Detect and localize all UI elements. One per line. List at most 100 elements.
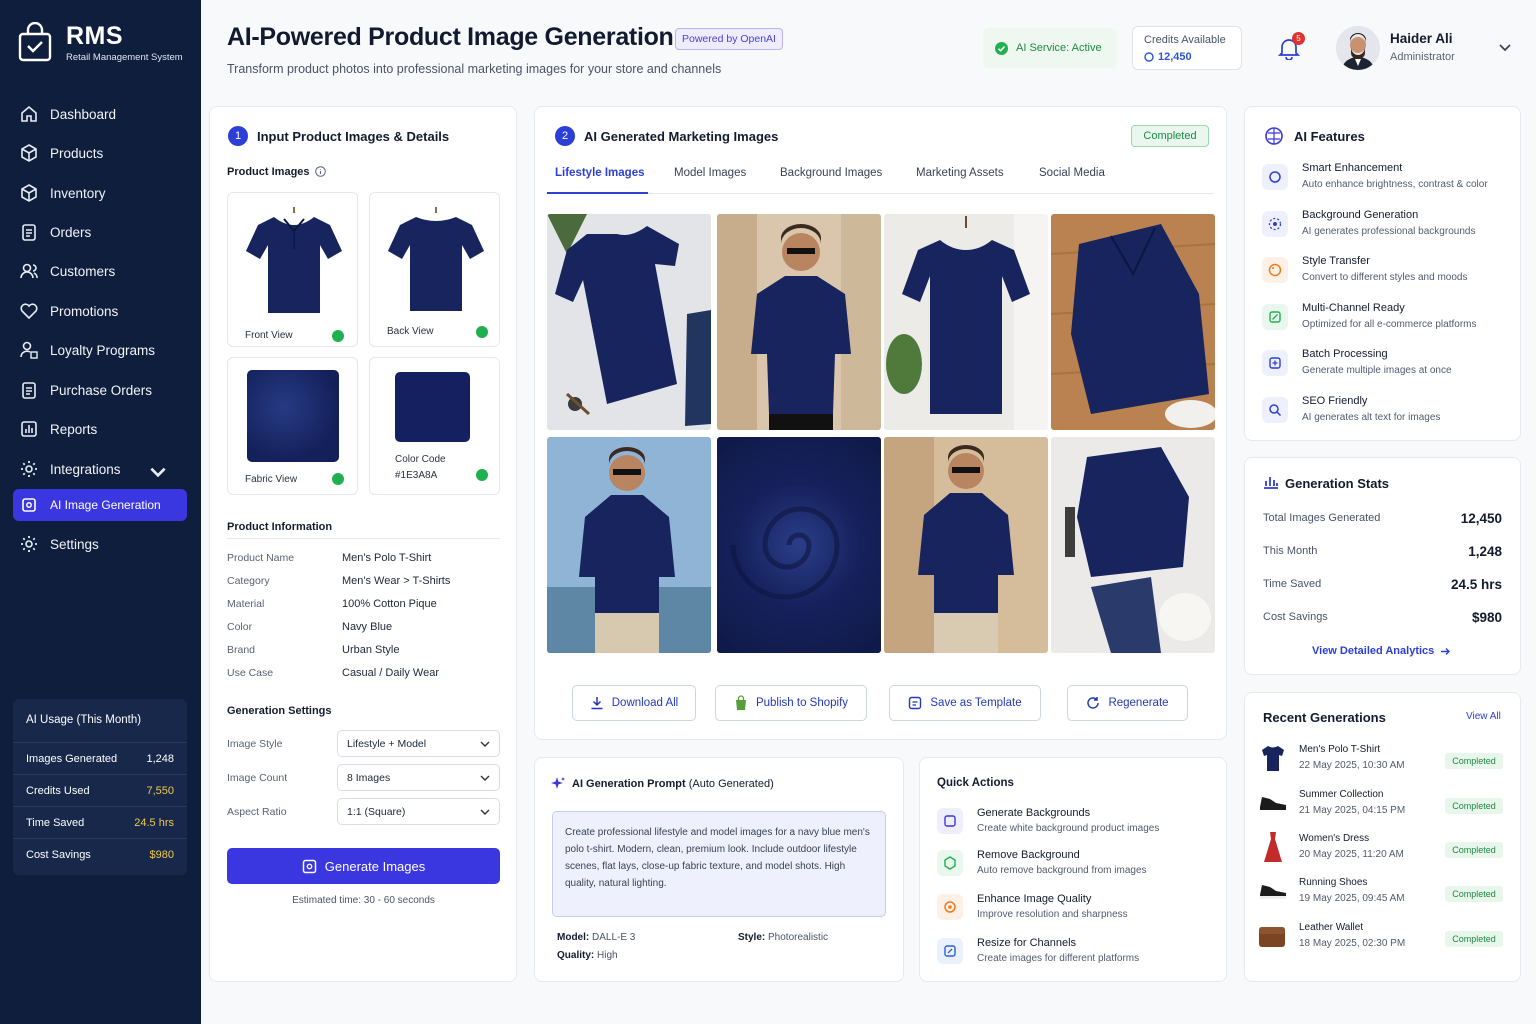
download-all-button[interactable]: Download All [572, 685, 696, 721]
quick-action-item[interactable]: Generate Backgrounds Create white backgr… [937, 806, 1212, 840]
recent-date: 21 May 2025, 04:15 PM [1299, 805, 1406, 816]
info-label: Category [227, 575, 270, 587]
feature-title: SEO Friendly [1302, 395, 1368, 407]
info-value: Men's Wear > T-Shirts [342, 575, 451, 587]
nav-loyalty-programs[interactable]: Loyalty Programs [13, 334, 187, 366]
recent-item[interactable]: Women's Dress 20 May 2025, 11:20 AM Comp… [1258, 831, 1508, 865]
user-name: Haider Ali [1390, 31, 1453, 46]
prompt-title-main: AI Generation Prompt [572, 778, 686, 790]
generated-image[interactable] [547, 214, 711, 430]
output-title: AI Generated Marketing Images [584, 129, 779, 144]
quick-action-item[interactable]: Enhance Image Quality Improve resolution… [937, 892, 1212, 926]
publish-shopify-button[interactable]: Publish to Shopify [715, 685, 867, 721]
tab-marketing-assets[interactable]: Marketing Assets [916, 167, 1004, 179]
generated-image[interactable] [717, 437, 881, 653]
recent-date: 22 May 2025, 10:30 AM [1299, 760, 1405, 771]
nav-settings[interactable]: Settings [13, 528, 187, 560]
chevron-down-icon [480, 809, 490, 815]
prompt-textarea[interactable]: Create professional lifestyle and model … [552, 811, 886, 917]
tab-background-images[interactable]: Background Images [780, 167, 882, 179]
feature-item: SEO Friendly AI generates alt text for i… [1262, 394, 1507, 430]
select-value: 1:1 (Square) [347, 805, 406, 818]
image-ai-icon [22, 498, 36, 512]
tab-social-media[interactable]: Social Media [1039, 167, 1105, 179]
image-count-select[interactable]: 8 Images [337, 764, 500, 791]
generated-image[interactable] [1051, 437, 1215, 653]
nav-purchase-orders[interactable]: Purchase Orders [13, 374, 187, 406]
quick-action-item[interactable]: Remove Background Auto remove background… [937, 848, 1212, 882]
back-view-thumb[interactable]: Back View [369, 192, 500, 347]
input-title: Input Product Images & Details [257, 129, 450, 144]
quick-action-item[interactable]: Resize for Channels Create images for di… [937, 936, 1212, 970]
image-style-select[interactable]: Lifestyle + Model [337, 730, 500, 757]
enhance-icon [937, 894, 963, 920]
nav-products[interactable]: Products [13, 137, 187, 169]
nav-label: Customers [50, 263, 116, 279]
regenerate-button[interactable]: Regenerate [1067, 685, 1188, 721]
aspect-ratio-select[interactable]: 1:1 (Square) [337, 798, 500, 825]
save-template-button[interactable]: Save as Template [889, 685, 1041, 721]
credits-value: 12,450 [1158, 51, 1192, 63]
nav-customers[interactable]: Customers [13, 255, 187, 287]
color-code-thumb[interactable]: Color Code #1E3A8A [369, 357, 500, 495]
stat-label: Total Images Generated [1263, 512, 1381, 524]
ai-usage-panel: AI Usage (This Month) Images Generated 1,… [13, 699, 187, 875]
nav-integrations[interactable]: Integrations [13, 453, 187, 485]
generated-image[interactable] [884, 214, 1048, 430]
step-badge: 1 [228, 126, 248, 146]
nav-reports[interactable]: Reports [13, 413, 187, 445]
clipboard-icon [22, 224, 36, 241]
info-icon[interactable] [315, 166, 326, 177]
generated-image[interactable] [717, 214, 881, 430]
generated-image[interactable] [1051, 214, 1215, 430]
app-subtitle: Retail Management System [66, 52, 183, 63]
fabric-view-thumb[interactable]: Fabric View [227, 357, 358, 495]
recent-item[interactable]: Men's Polo T-Shirt 22 May 2025, 10:30 AM… [1258, 742, 1508, 776]
color-swatch [395, 372, 470, 442]
recent-item[interactable]: Running Shoes 19 May 2025, 09:45 AM Comp… [1258, 875, 1508, 909]
select-value: Lifestyle + Model [347, 737, 427, 750]
stat-value: 24.5 hrs [1450, 577, 1502, 592]
stats-title: Generation Stats [1285, 476, 1390, 491]
prompt-style: Style: Photorealistic [738, 932, 828, 943]
feature-item: Multi-Channel Ready Optimized for all e-… [1262, 301, 1507, 337]
view-all-link[interactable]: View All [1466, 711, 1501, 722]
prompt-quality: Quality: High [557, 950, 618, 961]
front-view-thumb[interactable]: Front View [227, 192, 358, 347]
powered-badge: Powered by OpenAI [675, 28, 783, 50]
users-icon [20, 263, 38, 279]
info-label: Material [227, 598, 265, 610]
remove-bg-icon [937, 850, 963, 876]
nav-orders[interactable]: Orders [13, 216, 187, 248]
avatar[interactable] [1336, 26, 1380, 70]
check-icon [332, 473, 344, 485]
quick-desc: Improve resolution and sharpness [977, 909, 1128, 920]
tab-model-images[interactable]: Model Images [674, 167, 746, 179]
link-label: View Detailed Analytics [1312, 645, 1435, 657]
quick-title: Resize for Channels [977, 937, 1077, 949]
shoe-icon [1260, 797, 1286, 810]
nav-ai-image-generation[interactable]: AI Image Generation [13, 489, 187, 521]
recent-item[interactable]: Leather Wallet 18 May 2025, 02:30 PM Com… [1258, 920, 1508, 954]
quick-title: Generate Backgrounds [977, 807, 1091, 819]
nav-dashboard[interactable]: Dashboard [13, 98, 187, 130]
stat-label: This Month [1263, 545, 1318, 557]
generated-image[interactable] [547, 437, 711, 653]
chevron-down-icon[interactable] [1498, 43, 1512, 53]
recent-name: Running Shoes [1299, 877, 1368, 888]
view-analytics-link[interactable]: View Detailed Analytics [1312, 645, 1451, 657]
tab-lifestyle-images[interactable]: Lifestyle Images [555, 167, 644, 179]
nav-promotions[interactable]: Promotions [13, 295, 187, 327]
nav-inventory[interactable]: Inventory [13, 177, 187, 209]
usage-row: Images Generated 1,248 [13, 742, 187, 774]
quick-desc: Create white background product images [977, 823, 1160, 834]
status-badge: Completed [1445, 931, 1503, 947]
feature-title: Multi-Channel Ready [1302, 302, 1405, 314]
credits-box[interactable]: Credits Available 12,450 [1132, 26, 1242, 70]
quick-title: Enhance Image Quality [977, 893, 1092, 905]
bar-chart-icon [21, 421, 37, 437]
recent-item[interactable]: Summer Collection 21 May 2025, 04:15 PM … [1258, 787, 1508, 821]
cube-icon [21, 184, 37, 202]
generated-image[interactable] [884, 437, 1048, 653]
generate-images-button[interactable]: Generate Images [227, 848, 500, 884]
